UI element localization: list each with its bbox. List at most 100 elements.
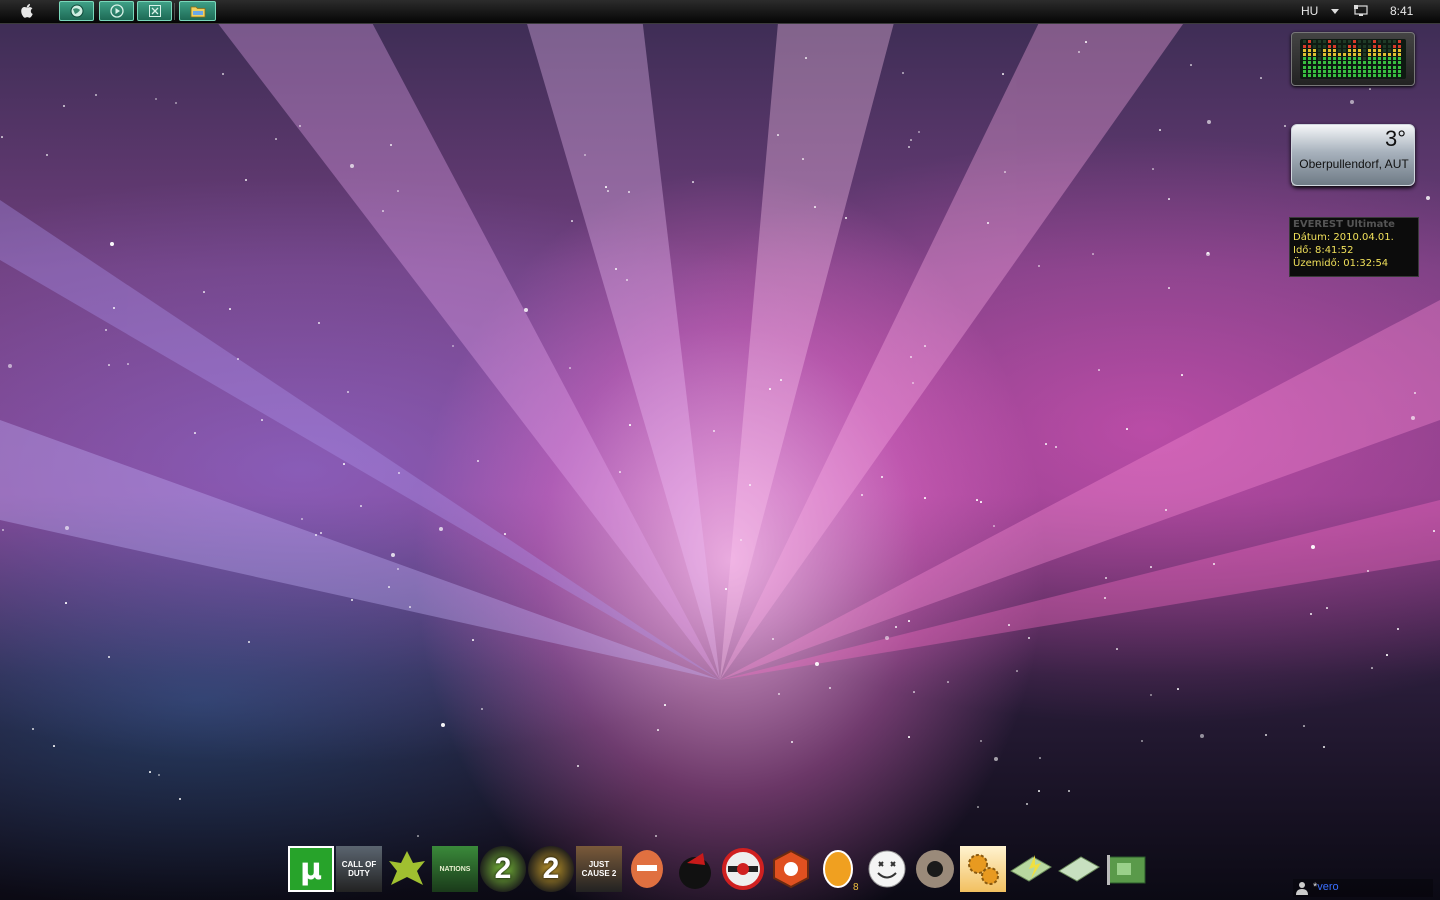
- clock[interactable]: 8:41: [1390, 4, 1413, 18]
- meter-segment: [1353, 53, 1356, 56]
- mw2-icon[interactable]: 2: [480, 846, 526, 892]
- star: [237, 358, 239, 360]
- star: [769, 388, 771, 390]
- meter-segment: [1348, 44, 1351, 48]
- meter-segment: [1353, 44, 1356, 48]
- meter-segment: [1358, 74, 1361, 77]
- taskbar-explorer-button[interactable]: [179, 1, 216, 21]
- weather-gadget[interactable]: 3° Oberpullendorf, AUT: [1291, 124, 1415, 186]
- star: [261, 419, 263, 421]
- network-card-icon[interactable]: [1104, 846, 1150, 892]
- meter-segment: [1318, 48, 1321, 52]
- star: [1411, 416, 1415, 420]
- meter-segment: [1353, 69, 1356, 73]
- star: [993, 525, 995, 527]
- meter-segment: [1333, 74, 1336, 77]
- meter-segment: [1363, 61, 1366, 65]
- meter-segment: [1343, 48, 1346, 52]
- meter-segment: [1358, 44, 1361, 48]
- meter-segment: [1313, 69, 1316, 73]
- meter-segment: [1378, 48, 1381, 52]
- star: [343, 463, 345, 465]
- star: [472, 639, 474, 641]
- meter-segment: [1313, 65, 1316, 69]
- star: [980, 501, 982, 503]
- meter-segment: [1333, 44, 1336, 48]
- apple-icon[interactable]: [18, 3, 36, 20]
- reason-icon[interactable]: [768, 846, 814, 892]
- meter-segment: [1398, 48, 1401, 52]
- meter-segment: [1398, 74, 1401, 77]
- meter-segment: [1353, 48, 1356, 52]
- meter-segment: [1363, 53, 1366, 56]
- meter-segment: [1368, 48, 1371, 52]
- star: [569, 367, 571, 369]
- meter-segment: [1363, 40, 1366, 44]
- star: [524, 308, 528, 312]
- star: [1016, 670, 1018, 672]
- meter-segment: [1318, 57, 1321, 61]
- memory-card-icon[interactable]: [1008, 846, 1054, 892]
- top-menu-bar: HU 8:41: [0, 0, 1440, 24]
- star: [439, 527, 443, 531]
- star: [619, 471, 621, 473]
- star: [1284, 125, 1286, 127]
- fl-studio-icon[interactable]: 8: [816, 846, 862, 892]
- meter-segment: [1343, 53, 1346, 56]
- star: [318, 322, 320, 324]
- star: [320, 532, 322, 534]
- star: [108, 656, 110, 658]
- meter-segment: [1378, 40, 1381, 44]
- ram-chip-icon[interactable]: [1056, 846, 1102, 892]
- quick-launch-excel[interactable]: [137, 1, 172, 21]
- language-dropdown-icon[interactable]: [1331, 9, 1339, 14]
- meter-segment: [1388, 74, 1391, 77]
- star: [791, 741, 793, 743]
- meter-segment: [1358, 65, 1361, 69]
- quick-launch-media-player[interactable]: [99, 1, 134, 21]
- star: [713, 430, 715, 432]
- cpu-meter-gadget[interactable]: [1291, 32, 1415, 86]
- utorrent-icon[interactable]: µ: [288, 846, 334, 892]
- star: [65, 526, 69, 530]
- ring-icon[interactable]: [912, 846, 958, 892]
- meter-segment: [1318, 69, 1321, 73]
- meter-segment: [1313, 44, 1316, 48]
- star: [626, 279, 628, 281]
- star: [815, 662, 819, 666]
- quick-launch-globe[interactable]: [59, 1, 94, 21]
- meter-segment: [1383, 65, 1386, 69]
- mw2-gold-icon[interactable]: 2: [528, 846, 574, 892]
- just-cause-2-icon[interactable]: JUST CAUSE 2: [576, 846, 622, 892]
- traktor-icon[interactable]: [720, 846, 766, 892]
- smiley-icon[interactable]: [864, 846, 910, 892]
- vinyl-record-icon[interactable]: [672, 846, 718, 892]
- gears-icon[interactable]: [960, 846, 1006, 892]
- star: [1207, 120, 1211, 124]
- language-indicator[interactable]: HU: [1301, 4, 1318, 18]
- star: [301, 518, 303, 520]
- meter-segment: [1343, 69, 1346, 73]
- star: [607, 190, 609, 192]
- meter-segment: [1373, 65, 1376, 69]
- call-of-duty-icon[interactable]: CALL OF DUTY: [336, 846, 382, 892]
- star: [657, 729, 659, 731]
- star: [571, 220, 573, 222]
- bomberman-icon[interactable]: [624, 846, 670, 892]
- user-tray[interactable]: *vero: [1293, 879, 1433, 897]
- network-tray-icon[interactable]: [1354, 5, 1368, 17]
- meter-segment: [1338, 48, 1341, 52]
- crysis-icon[interactable]: [384, 846, 430, 892]
- everest-gadget[interactable]: EVEREST Ultimate Dátum: 2010.04.01. Idő:…: [1289, 217, 1419, 277]
- star: [615, 268, 617, 270]
- star: [441, 723, 445, 727]
- star: [203, 291, 205, 293]
- star: [391, 553, 395, 557]
- meter-segment: [1333, 57, 1336, 61]
- star: [127, 363, 129, 365]
- meter-segment: [1378, 61, 1381, 65]
- meter-segment: [1368, 74, 1371, 77]
- star: [1105, 577, 1107, 579]
- meter-segment: [1383, 69, 1386, 73]
- trackmania-icon[interactable]: NATIONS: [432, 846, 478, 892]
